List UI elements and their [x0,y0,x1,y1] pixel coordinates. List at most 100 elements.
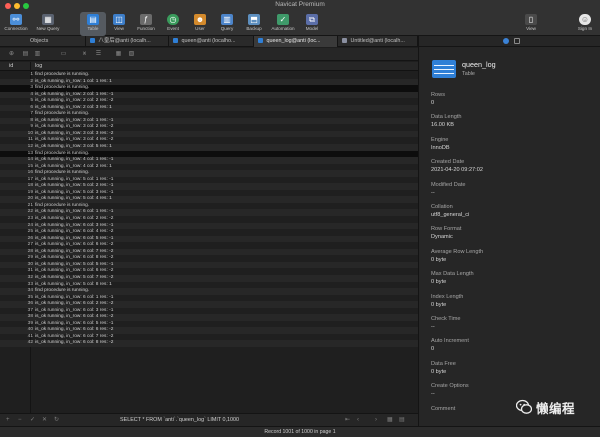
layout-icon: ▯ [525,14,537,25]
toolbar-table[interactable]: ▤ Table [80,12,106,36]
model-icon: ⧉ [306,14,318,25]
function-icon: ƒ [140,14,152,25]
tab-eight-queens[interactable]: 八皇后@anti (localh... [86,36,169,47]
cell-id[interactable]: 42 [0,340,33,347]
property-value: 0 [431,346,435,353]
window-title: Navicat Premium [275,1,325,8]
text-icon[interactable]: ▤ [22,51,29,58]
record-count: Record 1001 of 1000 in page 1 [264,429,336,435]
property-label: Modified Date [431,181,466,188]
toolbar-user[interactable]: ☻ User [187,12,213,36]
filter-icon[interactable]: ▥ [34,51,41,58]
property-label: Index Length [431,293,464,300]
prev-page-icon[interactable]: ‹ [357,417,359,424]
property-value: 0 byte [431,368,447,375]
main-toolbar: ⚯ Connection ▦ New Query ▤ Table ◫ View … [0,12,600,36]
toolbar-event[interactable]: ◷ Event [160,12,186,36]
event-clock-icon: ◷ [167,14,179,25]
property-label: Average Row Length [431,248,484,255]
tab-objects[interactable]: Objects [0,36,86,47]
sort-filter-icon[interactable]: ⩙ [81,51,88,58]
wechat-logo-icon [516,399,532,414]
property-item: Row Format Dynamic [431,225,591,241]
info-icon[interactable] [503,38,509,44]
form-view-icon[interactable]: ▤ [399,417,405,424]
info-panel-tabs [419,36,600,47]
property-label: Collation [431,204,453,210]
toolbar-view-toggle[interactable]: ▯ View [518,12,544,36]
add-record-icon[interactable]: + [6,417,10,424]
refresh-icon[interactable]: ↻ [54,417,59,424]
table-tab-icon [90,38,95,43]
grid-header: id log [0,62,418,71]
toolbar-automation[interactable]: ✓ Automation [270,12,296,36]
backup-icon: ⬒ [248,14,260,25]
toolbar-model[interactable]: ⧉ Model [299,12,325,36]
toolbar-connection[interactable]: ⚯ Connection [3,12,29,36]
discard-icon[interactable]: ✕ [42,417,47,424]
toolbar-label: Automation [271,26,295,31]
export-data-icon[interactable]: ▧ [128,51,135,58]
property-value: -- [431,189,435,196]
toolbar-query[interactable]: ▥ Query [214,12,240,36]
table-tab-icon [173,38,178,43]
toolbar-function[interactable]: ƒ Function [133,12,159,36]
property-label: Row Format [431,226,462,233]
tab-queen[interactable]: queen@anti (localho... [169,36,254,47]
data-grid: id log 1 find procedure is running. 2 is_ok… [0,62,418,413]
toolbar-new-query[interactable]: ▦ New Query [35,12,61,36]
ddl-icon[interactable] [514,38,520,44]
toolbar-label: Table [87,26,99,31]
tab-label: Untitled@anti (localh... [350,38,405,44]
column-header-log[interactable]: log [35,62,42,71]
property-item: Data Free 0 byte [431,360,591,376]
toolbar-view[interactable]: ◫ View [106,12,132,36]
record-status-bar: Record 1001 of 1000 in page 1 [0,426,600,437]
property-label: Engine [431,136,449,143]
property-item: Modified Date -- [431,181,591,197]
tab-untitled[interactable]: Untitled@anti (localh... [338,36,418,47]
property-value: 2021-04-20 09:27:02 [431,167,483,174]
column-header-id[interactable]: id [9,62,13,71]
query-tab-icon [342,38,347,43]
sort-icon[interactable]: ☰ [95,51,102,58]
tab-label: Objects [30,38,49,44]
object-toolbar: ⊕ ▤ ▥ ▭ ⩙ ☰ ▦ ▧ [0,48,418,61]
property-item: Index Length 0 byte [431,293,591,309]
view-icon: ◫ [113,14,125,25]
property-value: Dynamic [431,234,453,241]
next-page-icon[interactable]: › [375,417,377,424]
export-icon[interactable]: ▭ [60,51,67,58]
query-icon: ▥ [221,14,233,25]
property-value: 0 byte [431,256,447,263]
first-page-icon[interactable]: ⇤ [345,417,350,424]
import-icon[interactable]: ▦ [115,51,122,58]
toolbar-sign-in[interactable]: ☺ Sign In [572,12,598,36]
property-label: Data Free [431,360,456,367]
tab-queen-log[interactable]: queen_log@anti (loc... [254,36,338,47]
table-row[interactable]: 42 is_ok running, in_row: 6 col: 8 res: -… [0,340,418,347]
property-value: 0 byte [431,279,447,286]
property-label: Created Date [431,159,465,166]
property-label: Check Time [431,316,461,322]
property-label: Max Data Length [431,271,474,278]
begin-transaction-icon[interactable]: ⊕ [8,51,15,58]
toolbar-label: New Query [36,26,60,31]
property-value: 0 byte [431,301,447,308]
delete-record-icon[interactable]: − [18,417,22,424]
toolbar-label: Function [137,26,155,31]
grid-view-icon[interactable]: ▦ [387,417,393,424]
new-query-icon: ▦ [42,14,54,25]
toolbar-backup[interactable]: ⬒ Backup [241,12,267,36]
property-label: Data Length [431,114,462,121]
automation-icon: ✓ [277,14,289,25]
table-icon: ▤ [87,14,99,25]
toolbar-label: Sign In [577,26,593,31]
title-bar: Navicat Premium [0,0,600,12]
table-tab-icon [258,38,263,43]
cell-log[interactable]: is_ok running, in_row: 6 col: 8 res: -2 [35,340,113,347]
property-item: Created Date 2021-04-20 09:27:02 [431,158,591,174]
property-item: Max Data Length 0 byte [431,270,591,286]
apply-icon[interactable]: ✓ [30,417,35,424]
property-value: InnoDB [431,144,450,151]
